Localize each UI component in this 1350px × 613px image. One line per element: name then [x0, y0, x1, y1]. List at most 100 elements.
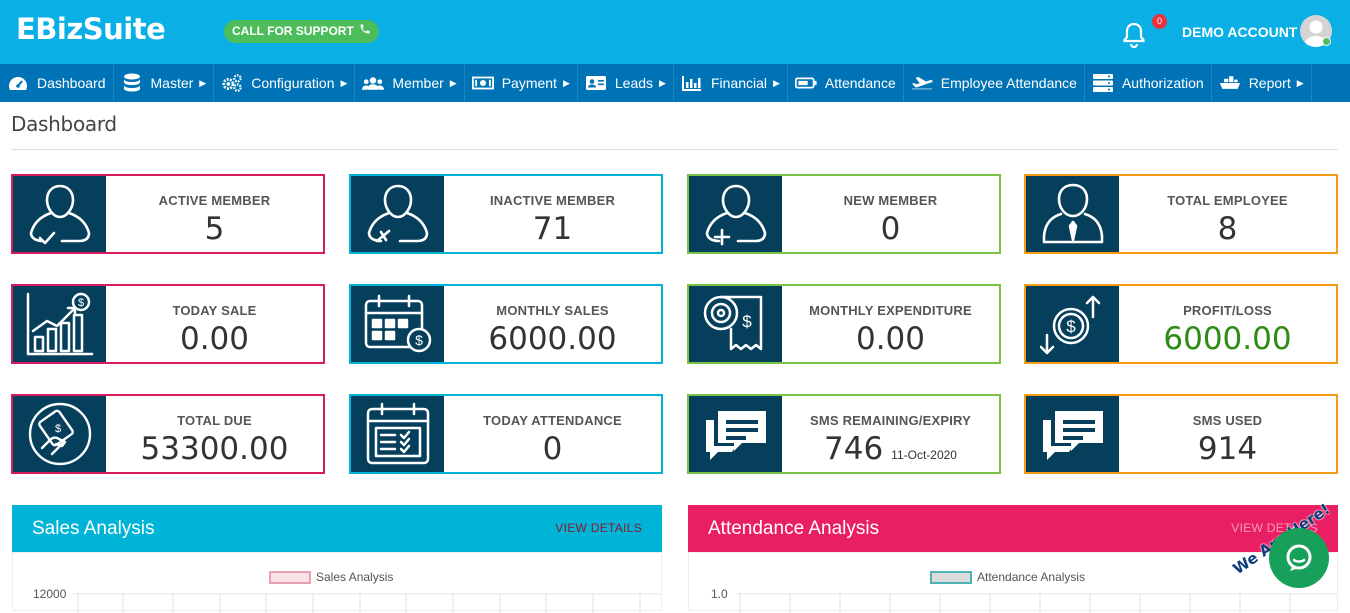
nav-item-label: Leads — [614, 75, 654, 91]
stat-card-value: 0 — [542, 431, 563, 467]
stat-card-today-sale[interactable]: $ TODAY SALE 0.00 — [11, 284, 325, 364]
nav-item-dashboard[interactable]: Dashboard — [0, 64, 114, 102]
user-add-icon — [689, 176, 782, 252]
nav-item-authorization[interactable]: Authorization — [1085, 64, 1212, 102]
sales-legend-label: Sales Analysis — [316, 570, 394, 584]
stat-card-value: 0.00 — [855, 321, 926, 357]
stat-card-body: INACTIVE MEMBER 71 — [444, 176, 661, 252]
phone-icon — [359, 20, 371, 43]
caret-right-icon: ▶ — [1296, 77, 1304, 88]
nav-item-report[interactable]: Report ▶ — [1212, 64, 1312, 102]
caret-right-icon: ▶ — [340, 77, 348, 88]
stat-card-body: TOTAL DUE 53300.00 — [106, 396, 323, 472]
brand-logo[interactable]: EBizSuite — [16, 12, 166, 46]
chat-widget-button[interactable] — [1269, 528, 1329, 588]
sales-y-tick-top: 12000 — [33, 587, 67, 601]
caret-right-icon: ▶ — [449, 77, 457, 88]
stat-card-label: MONTHLY EXPENDITURE — [809, 303, 972, 318]
stat-card-label: SMS REMAINING/EXPIRY — [810, 413, 971, 428]
stat-card-new-member[interactable]: NEW MEMBER 0 — [687, 174, 1001, 254]
svg-text:$: $ — [54, 423, 60, 435]
caret-right-icon: ▶ — [199, 77, 207, 88]
sales-legend-swatch — [269, 570, 311, 584]
stat-card-value-row: 0.00 — [106, 321, 323, 357]
stat-card-label: INACTIVE MEMBER — [489, 193, 616, 208]
nav-item-payment[interactable]: Payment ▶ — [465, 64, 578, 102]
stat-card-body: TODAY ATTENDANCE 0 — [444, 396, 661, 472]
chat-bubble-icon — [689, 396, 782, 472]
nav-item-label: Attendance — [824, 75, 896, 91]
stat-card-value: 6000.00 — [488, 321, 617, 357]
users-icon — [362, 74, 385, 92]
chat-icon — [1286, 544, 1312, 571]
nav-item-employee-attendance[interactable]: Employee Attendance — [904, 64, 1085, 102]
sales-legend[interactable]: Sales Analysis — [269, 570, 393, 584]
stat-card-profit-loss[interactable]: $ PROFIT/LOSS 6000.00 — [1024, 284, 1338, 364]
nav-item-financial[interactable]: Financial ▶ — [674, 64, 788, 102]
user-remove-icon — [351, 176, 444, 252]
stat-card-value-row: 0.00 — [782, 321, 999, 357]
nav-item-label: Authorization — [1121, 75, 1204, 91]
nav-item-configuration[interactable]: Configuration ▶ — [214, 64, 356, 102]
stat-card-value: 0 — [880, 211, 901, 247]
growth-chart-icon: $ — [13, 286, 106, 362]
bar-chart-icon — [681, 74, 703, 92]
stat-card-body: TODAY SALE 0.00 — [106, 286, 323, 362]
nav-item-member[interactable]: Member ▶ — [355, 64, 465, 102]
stat-card-value-row: 53300.00 — [106, 431, 323, 467]
attendance-analysis-header: Attendance Analysis VIEW DETAILS — [688, 505, 1338, 552]
stat-card-expiry-date: 11-Oct-2020 — [891, 448, 957, 462]
sales-analysis-chart: Sales Analysis 12000 — [12, 552, 662, 613]
stat-card-value-row: 0 — [444, 431, 661, 467]
stat-card-monthly-sales[interactable]: $ MONTHLY SALES 6000.00 — [349, 284, 663, 364]
attendance-legend-label: Attendance Analysis — [977, 570, 1086, 584]
stat-card-value: 6000.00 — [1163, 321, 1292, 357]
stat-card-total-employee[interactable]: TOTAL EMPLOYEE 8 — [1024, 174, 1338, 254]
stat-card-total-due[interactable]: $ TOTAL DUE 53300.00 — [11, 394, 325, 474]
svg-text:$: $ — [1066, 317, 1076, 336]
call-support-button[interactable]: CALL FOR SUPPORT — [224, 20, 379, 43]
stat-card-value-row: 5 — [106, 211, 323, 247]
nav-item-label: Employee Attendance — [940, 75, 1077, 91]
stat-card-label: TODAY ATTENDANCE — [483, 413, 622, 428]
page-title: Dashboard — [11, 112, 117, 136]
account-menu-label[interactable]: DEMO ACCOUNT — [1182, 24, 1297, 40]
stat-card-today-attendance[interactable]: TODAY ATTENDANCE 0 — [349, 394, 663, 474]
stat-card-value-row: 6000.00 — [1119, 321, 1336, 357]
stat-card-label: ACTIVE MEMBER — [158, 193, 271, 208]
online-status-dot — [1322, 37, 1331, 46]
main-navigation: Dashboard Master ▶ Configuration ▶ Member ▶ Pay… — [0, 64, 1350, 102]
stat-card-inactive-member[interactable]: INACTIVE MEMBER 71 — [349, 174, 663, 254]
caret-right-icon: ▶ — [772, 77, 780, 88]
stat-card-sms-remaining-expiry[interactable]: SMS REMAINING/EXPIRY 746 11-Oct-2020 — [687, 394, 1001, 474]
stat-card-value-row: 914 — [1119, 431, 1336, 467]
calendar-checklist-icon — [351, 396, 444, 472]
hand-money-icon: $ — [13, 396, 106, 472]
attendance-legend[interactable]: Attendance Analysis — [930, 570, 1085, 584]
stat-card-body: MONTHLY SALES 6000.00 — [444, 286, 661, 362]
employee-icon — [1026, 176, 1119, 252]
nav-item-master[interactable]: Master ▶ — [114, 64, 215, 102]
stat-card-active-member[interactable]: ACTIVE MEMBER 5 — [11, 174, 325, 254]
caret-right-icon: ▶ — [659, 77, 666, 88]
stat-card-body: TOTAL EMPLOYEE 8 — [1119, 176, 1336, 252]
nav-item-leads[interactable]: Leads ▶ — [578, 64, 674, 102]
dashboard-icon — [7, 74, 29, 92]
stat-card-monthly-expenditure[interactable]: $ MONTHLY EXPENDITURE 0.00 — [687, 284, 1001, 364]
stat-card-value: 914 — [1197, 431, 1258, 467]
stat-card-sms-used[interactable]: SMS USED 914 — [1024, 394, 1338, 474]
nav-item-label: Report — [1248, 75, 1291, 91]
sales-view-details-link[interactable]: VIEW DETAILS — [555, 505, 642, 552]
stat-card-value-row: 8 — [1119, 211, 1336, 247]
stat-card-value: 746 — [824, 431, 884, 467]
stat-card-body: NEW MEMBER 0 — [782, 176, 999, 252]
bell-icon[interactable] — [1122, 22, 1146, 53]
nav-item-attendance[interactable]: Attendance — [788, 64, 904, 102]
stat-card-label: TOTAL DUE — [177, 413, 252, 428]
nav-item-label: Member — [392, 75, 444, 91]
sales-chart-grid — [73, 593, 661, 613]
stat-card-label: TODAY SALE — [172, 303, 257, 318]
user-check-icon — [13, 176, 106, 252]
stat-card-body: SMS USED 914 — [1119, 396, 1336, 472]
receipt-roll-icon: $ — [689, 286, 782, 362]
